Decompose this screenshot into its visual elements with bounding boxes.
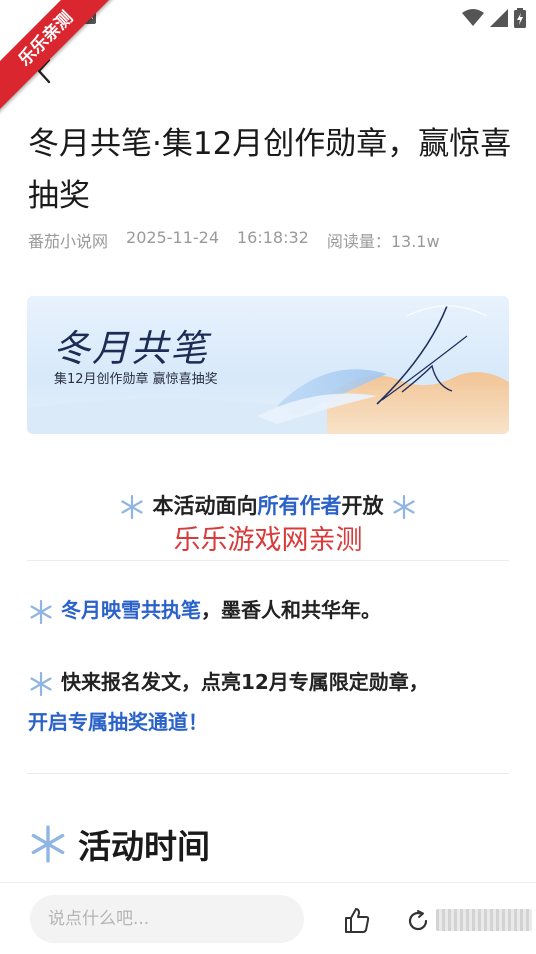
notice-suffix: 开放 [341,494,384,518]
article-time: 16:18:32 [237,228,309,247]
bottom-action-bar [0,882,536,954]
paragraph-2-highlight: 开启专属抽奖通道！ [28,710,208,734]
status-icons [462,8,526,28]
snowflake-icon [31,825,65,863]
paragraph-2: 快来报名发文，点亮12月专属限定勋章， 开启专属抽奖通道！ [28,662,510,742]
comment-input[interactable] [30,895,304,943]
article-date: 2025-11-24 [126,228,219,247]
like-button[interactable] [342,905,372,935]
read-count: 阅读量：13.1w [326,232,440,251]
section-title: 活动时间 [28,820,210,868]
watermark-text: 乐乐游戏网亲测 [173,525,363,556]
audience-notice: 本活动面向所有作者开放 [0,490,536,520]
article-title: 冬月共笔·集12月创作勋章，赢惊喜抽奖 [28,126,512,214]
snowflake-icon [30,599,52,624]
notice-highlight: 所有作者 [257,494,342,518]
article-source[interactable]: 番茄小说网 [28,228,108,252]
divider [27,560,509,561]
paragraph-2-text: 快来报名发文，点亮12月专属限定勋章， [60,670,429,694]
paragraph-1-highlight: 冬月映雪共执笔 [60,598,201,622]
battery-icon [514,8,526,28]
notice-prefix: 本活动面向 [152,494,258,518]
snowflake-icon [393,494,415,520]
blurred-label [436,909,532,931]
share-button[interactable] [406,909,430,933]
banner-title: 冬月共笔 [53,327,209,370]
wifi-icon [462,9,484,26]
section-title-text: 活动时间 [78,827,210,866]
article-meta: 番茄小说网 2025-11-24 16:18:32 阅读量：13.1w [28,228,440,252]
share-icon [408,910,428,931]
paragraph-1: 冬月映雪共执笔，墨香人和共华年。 [28,590,510,630]
event-banner[interactable]: 冬月共笔 集12月创作勋章 赢惊喜抽奖 [27,296,509,434]
banner-subtitle: 集12月创作勋章 赢惊喜抽奖 [54,372,218,387]
divider [27,773,509,774]
snowflake-icon [121,494,143,520]
snowflake-icon [30,671,52,696]
thumbs-up-icon [345,908,370,933]
signal-icon [490,9,508,27]
paragraph-1-text: ，墨香人和共华年。 [200,598,381,622]
